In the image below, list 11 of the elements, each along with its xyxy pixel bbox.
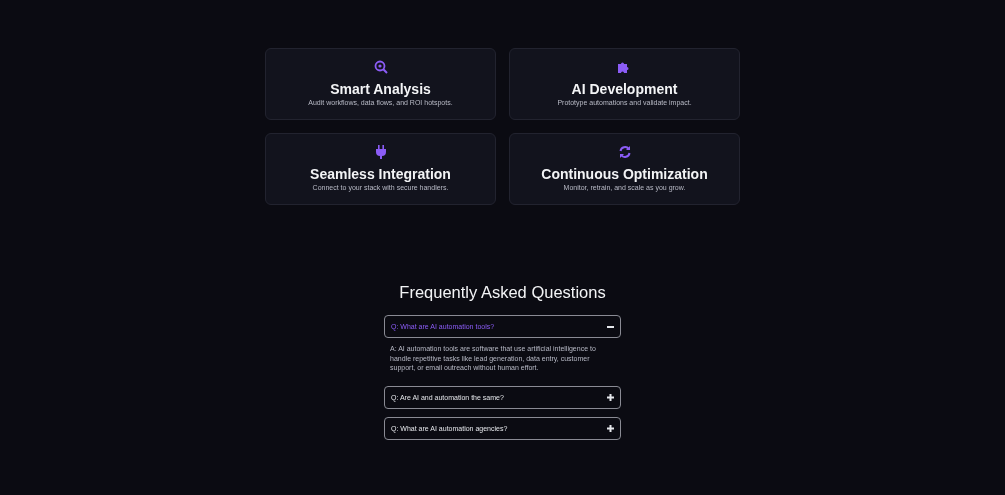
minus-icon <box>607 325 614 328</box>
feature-title: Continuous Optimization <box>541 166 708 182</box>
plug-icon <box>374 145 387 159</box>
search-icon <box>373 60 388 74</box>
feature-title: AI Development <box>571 81 678 97</box>
plus-icon <box>607 393 614 401</box>
plus-icon <box>607 424 614 432</box>
sync-icon <box>617 145 632 159</box>
feature-title: Seamless Integration <box>310 166 451 182</box>
feature-title: Smart Analysis <box>330 81 431 97</box>
faq-heading: Frequently Asked Questions <box>399 282 606 302</box>
